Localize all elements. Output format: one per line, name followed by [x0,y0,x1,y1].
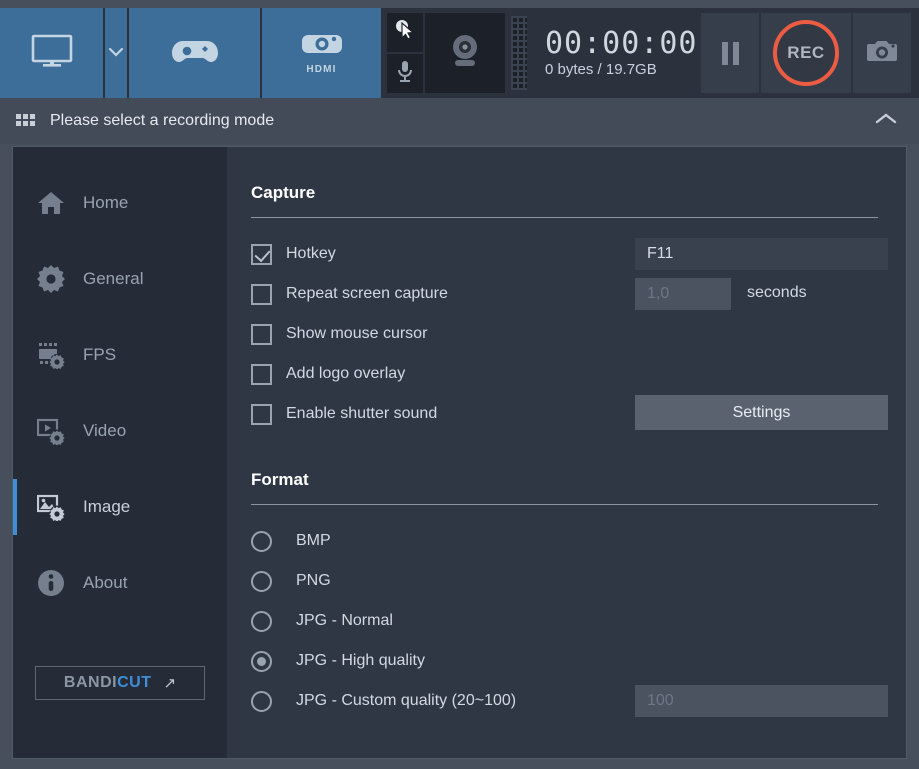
transport-controls: REC [701,8,919,98]
format-jpg-high-radio[interactable] [251,650,272,672]
settings-panel: Home General FPS Video Image About BANDI… [12,146,907,759]
show-mouse-cursor-label[interactable]: Show mouse cursor [286,325,427,343]
main-toolbar: HDMI 00:00:00 0 bytes / 19.7GB REC [0,8,919,98]
device-recording-mode-button[interactable]: HDMI [262,8,383,98]
repeat-interval-unit: seconds [747,284,807,301]
shutter-sound-checkbox[interactable] [251,403,272,425]
record-ring: REC [773,20,839,86]
sidebar-label-video: Video [83,421,127,440]
format-jpg-custom-radio[interactable] [251,690,272,712]
capture-toggles-group [383,8,423,98]
home-icon [37,190,67,216]
mode-prompt-text: Please select a recording mode [50,112,275,129]
option-row-jpg-high: JPG - High quality [251,641,878,681]
format-bmp-label[interactable]: BMP [296,532,331,550]
monitor-icon [29,32,75,75]
recording-status-area: 00:00:00 0 bytes / 19.7GB [531,8,701,98]
format-jpg-normal-label[interactable]: JPG - Normal [296,612,393,630]
shutter-settings-button[interactable]: Settings [635,395,888,430]
chevron-down-icon [108,44,124,62]
custom-quality-input[interactable]: 100 [635,685,888,717]
add-logo-overlay-label[interactable]: Add logo overlay [286,365,405,383]
hdmi-label: HDMI [306,63,337,75]
repeat-interval-input[interactable]: 1,0 [635,278,731,310]
add-logo-overlay-checkbox[interactable] [251,363,272,385]
sidebar-item-image[interactable]: Image [13,469,227,545]
format-bmp-radio[interactable] [251,530,272,552]
webcam-icon [443,29,487,78]
mouse-cursor-toggle[interactable] [387,13,423,52]
format-png-radio[interactable] [251,570,272,592]
format-section-divider [251,504,878,505]
recording-timer: 00:00:00 [545,25,698,61]
screen-recording-mode-button[interactable] [0,8,105,98]
game-recording-mode-button[interactable] [129,8,262,98]
pause-icon [721,41,739,65]
bandicut-text-accent: CUT [117,674,152,691]
image-settings-content: Capture Hotkey F11 Repeat screen capture… [227,147,906,758]
settings-sidebar: Home General FPS Video Image About BANDI… [13,147,227,758]
mode-prompt-bar: Please select a recording mode [0,98,919,144]
fps-gear-icon [37,341,67,369]
pause-button[interactable] [701,13,759,93]
video-gear-icon [37,417,67,445]
option-row-jpg-custom: JPG - Custom quality (20~100) 100 [251,681,888,721]
grid-icon [16,114,36,128]
microphone-toggle[interactable] [387,54,423,93]
bandicut-promo-button[interactable]: BANDICUT ↗ [35,666,205,700]
device-camera-icon [299,32,345,61]
chevron-up-icon[interactable] [869,106,903,136]
storage-status: 0 bytes / 19.7GB [545,61,657,79]
sidebar-item-general[interactable]: General [13,241,227,317]
screenshot-button[interactable] [853,13,911,93]
sidebar-label-image: Image [83,497,131,516]
option-row-png: PNG [251,561,878,601]
option-row-repeat-capture: Repeat screen capture 1,0 seconds [251,274,878,314]
option-row-show-cursor: Show mouse cursor [251,314,878,354]
info-icon [37,569,67,597]
webcam-toggle[interactable] [425,13,505,93]
format-jpg-high-label[interactable]: JPG - High quality [296,652,425,670]
format-jpg-custom-label[interactable]: JPG - Custom quality (20~100) [296,692,516,710]
external-link-arrow-icon: ↗ [163,675,177,692]
option-row-hotkey: Hotkey F11 [251,234,888,274]
repeat-capture-label[interactable]: Repeat screen capture [286,285,448,303]
show-mouse-cursor-checkbox[interactable] [251,323,272,345]
option-row-logo-overlay: Add logo overlay [251,354,878,394]
repeat-capture-checkbox[interactable] [251,283,272,305]
record-button[interactable]: REC [761,13,851,93]
gamepad-icon [170,34,220,73]
sidebar-label-general: General [83,269,144,288]
capture-section-title: Capture [251,183,316,202]
sidebar-label-home: Home [83,193,129,212]
microphone-icon [394,59,416,88]
option-row-shutter-sound: Enable shutter sound Settings [251,394,888,434]
option-row-bmp: BMP [251,521,878,561]
mode-dropdown-button[interactable] [105,8,129,98]
bandicam-window: HDMI 00:00:00 0 bytes / 19.7GB REC Pleas… [0,0,919,769]
sidebar-label-about: About [83,573,128,592]
sidebar-item-about[interactable]: About [13,545,227,621]
option-row-jpg-normal: JPG - Normal [251,601,878,641]
gear-icon [37,265,67,293]
format-section-title: Format [251,470,309,489]
shutter-sound-label[interactable]: Enable shutter sound [286,405,437,423]
format-png-label[interactable]: PNG [296,572,331,590]
sidebar-item-video[interactable]: Video [13,393,227,469]
hotkey-checkbox[interactable] [251,243,272,265]
mouse-cursor-icon [393,18,417,47]
record-label: REC [787,43,825,62]
image-gear-icon [37,493,67,521]
hotkey-input[interactable]: F11 [635,238,888,270]
toolbar-texture-divider [511,16,527,90]
bandicut-text-primary: BANDI [63,674,118,691]
sidebar-item-home[interactable]: Home [13,165,227,241]
hotkey-label[interactable]: Hotkey [286,245,336,263]
camera-icon [866,38,898,69]
format-jpg-normal-radio[interactable] [251,610,272,632]
sidebar-label-fps: FPS [83,345,117,364]
sidebar-item-fps[interactable]: FPS [13,317,227,393]
capture-section-divider [251,217,878,218]
